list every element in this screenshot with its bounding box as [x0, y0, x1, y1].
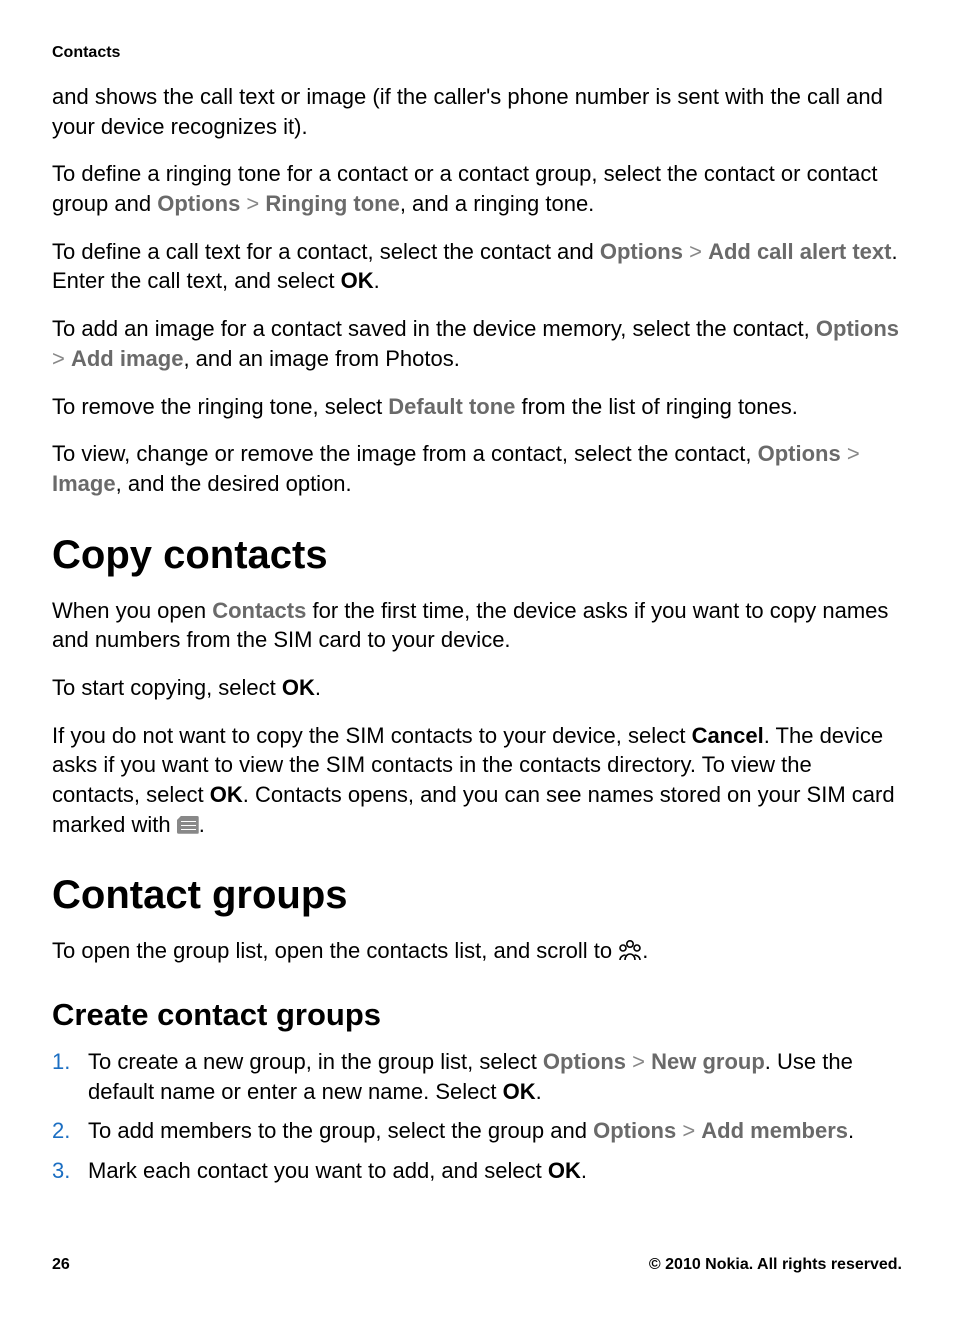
heading-create-groups: Create contact groups [52, 997, 902, 1033]
menu-options: Options [593, 1118, 676, 1143]
paragraph-remove-ringing: To remove the ringing tone, select Defau… [52, 392, 902, 422]
text: To view, change or remove the image from… [52, 441, 758, 466]
text: . [581, 1158, 587, 1183]
paragraph-call-alert-text: To define a call text for a contact, sel… [52, 237, 902, 296]
groups-icon [618, 939, 642, 969]
menu-options: Options [816, 316, 899, 341]
text: To define a call text for a contact, sel… [52, 239, 600, 264]
separator: > [240, 191, 265, 216]
separator: > [683, 239, 708, 264]
menu-ringing-tone: Ringing tone [265, 191, 399, 216]
text: from the list of ringing tones. [515, 394, 797, 419]
text: Mark each contact you want to add, and s… [88, 1158, 548, 1183]
text: . [315, 675, 321, 700]
paragraph-copy-intro: When you open Contacts for the first tim… [52, 596, 902, 655]
menu-options: Options [157, 191, 240, 216]
menu-options: Options [543, 1049, 626, 1074]
separator: > [52, 346, 71, 371]
key-ok: OK [282, 675, 315, 700]
text: To create a new group, in the group list… [88, 1049, 543, 1074]
text: To add members to the group, select the … [88, 1118, 593, 1143]
key-ok: OK [341, 268, 374, 293]
sim-icon [177, 816, 199, 834]
app-contacts: Contacts [212, 598, 306, 623]
paragraph-ringing-tone: To define a ringing tone for a contact o… [52, 159, 902, 218]
text: To open the group list, open the contact… [52, 938, 618, 963]
text: . [642, 938, 648, 963]
text: To add an image for a contact saved in t… [52, 316, 816, 341]
page-number: 26 [52, 1256, 70, 1274]
key-ok: OK [210, 782, 243, 807]
text: When you open [52, 598, 212, 623]
menu-image: Image [52, 471, 116, 496]
heading-contact-groups: Contact groups [52, 873, 902, 918]
menu-new-group: New group [651, 1049, 765, 1074]
menu-options: Options [600, 239, 683, 264]
list-item: To create a new group, in the group list… [52, 1047, 902, 1106]
paragraph-call-text-intro: and shows the call text or image (if the… [52, 82, 902, 141]
menu-default-tone: Default tone [388, 394, 515, 419]
page-footer: 26 © 2010 Nokia. All rights reserved. [52, 1256, 902, 1274]
key-cancel: Cancel [692, 723, 764, 748]
list-item: Mark each contact you want to add, and s… [52, 1156, 902, 1186]
text: . [199, 812, 205, 837]
text: . [374, 268, 380, 293]
paragraph-add-image: To add an image for a contact saved in t… [52, 314, 902, 373]
menu-add-call-alert: Add call alert text [708, 239, 891, 264]
paragraph-open-groups: To open the group list, open the contact… [52, 936, 902, 969]
text: , and an image from Photos. [183, 346, 459, 371]
copyright: © 2010 Nokia. All rights reserved. [649, 1256, 902, 1274]
create-groups-steps: To create a new group, in the group list… [52, 1047, 902, 1186]
text: , and a ringing tone. [400, 191, 594, 216]
section-label: Contacts [52, 44, 902, 62]
menu-add-members: Add members [701, 1118, 848, 1143]
text: , and the desired option. [116, 471, 352, 496]
separator: > [626, 1049, 651, 1074]
text: To start copying, select [52, 675, 282, 700]
key-ok: OK [503, 1079, 536, 1104]
list-item: To add members to the group, select the … [52, 1116, 902, 1146]
paragraph-copy-start: To start copying, select OK. [52, 673, 902, 703]
menu-options: Options [758, 441, 841, 466]
separator: > [841, 441, 860, 466]
text: . [848, 1118, 854, 1143]
key-ok: OK [548, 1158, 581, 1183]
text: If you do not want to copy the SIM conta… [52, 723, 692, 748]
paragraph-image-options: To view, change or remove the image from… [52, 439, 902, 498]
text: To remove the ringing tone, select [52, 394, 388, 419]
paragraph-copy-cancel: If you do not want to copy the SIM conta… [52, 721, 902, 840]
menu-add-image: Add image [71, 346, 183, 371]
separator: > [676, 1118, 701, 1143]
heading-copy-contacts: Copy contacts [52, 533, 902, 578]
text: . [536, 1079, 542, 1104]
